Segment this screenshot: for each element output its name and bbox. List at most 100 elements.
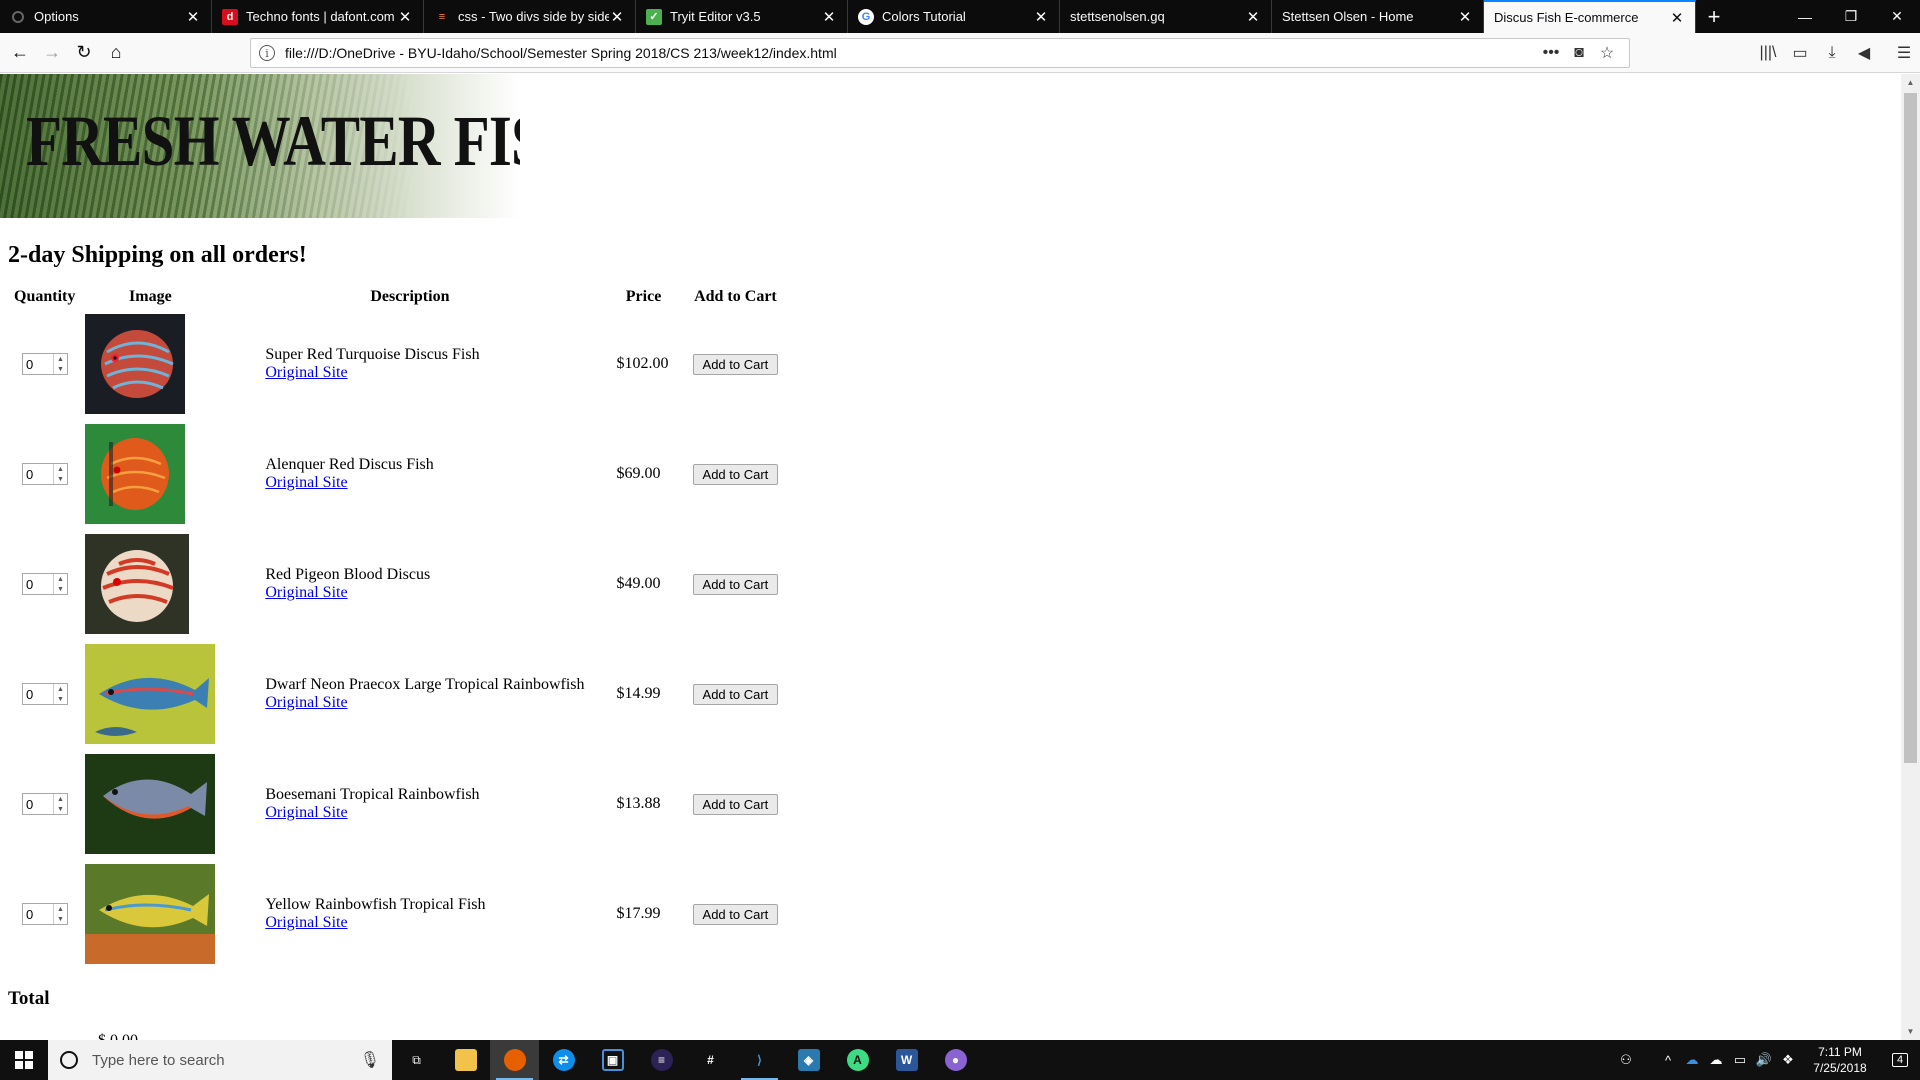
dropbox-icon[interactable]: ❖ bbox=[1776, 1052, 1800, 1068]
decrement-icon[interactable]: ▼ bbox=[54, 364, 67, 374]
eclipse-icon[interactable]: ≡ bbox=[637, 1040, 686, 1080]
original-site-link[interactable]: Original Site bbox=[265, 584, 347, 601]
close-icon[interactable]: ✕ bbox=[185, 8, 201, 26]
close-icon[interactable]: ✕ bbox=[609, 8, 625, 26]
page-viewport: FRESH WATER FISH 2-day Shipping on all o… bbox=[0, 74, 1901, 1040]
add-to-cart-button[interactable]: Add to Cart bbox=[692, 793, 779, 815]
url-bar[interactable]: i file:///D:/OneDrive - BYU-Idaho/School… bbox=[250, 38, 1630, 68]
download-icon[interactable]: ⤓ bbox=[1816, 44, 1848, 62]
add-to-cart-button[interactable]: Add to Cart bbox=[692, 573, 779, 595]
new-tab-button[interactable]: + bbox=[1696, 0, 1732, 33]
tab-dafont[interactable]: d Techno fonts | dafont.com ✕ bbox=[212, 0, 424, 33]
add-to-cart-button[interactable]: Add to Cart bbox=[692, 903, 779, 925]
info-icon[interactable]: i bbox=[259, 45, 275, 61]
onedrive-icon[interactable]: ☁ bbox=[1680, 1052, 1704, 1068]
menu-icon[interactable]: ☰ bbox=[1888, 43, 1920, 63]
quantity-stepper[interactable]: 0 ▲ ▼ bbox=[22, 573, 68, 595]
microphone-icon[interactable]: 🎙 bbox=[360, 1050, 380, 1070]
megaphone-icon[interactable]: ◀ bbox=[1848, 43, 1880, 63]
fish-image bbox=[85, 314, 186, 414]
scroll-down-icon[interactable]: ▼ bbox=[1901, 1023, 1920, 1040]
close-icon[interactable]: ✕ bbox=[1245, 8, 1261, 26]
quantity-stepper[interactable]: 0 ▲ ▼ bbox=[22, 683, 68, 705]
increment-icon[interactable]: ▲ bbox=[54, 904, 67, 914]
increment-icon[interactable]: ▲ bbox=[54, 794, 67, 804]
word-icon[interactable]: W bbox=[882, 1040, 931, 1080]
clock[interactable]: 7:11 PM 7/25/2018 bbox=[1800, 1044, 1880, 1076]
bookmark-star-icon[interactable]: ☆ bbox=[1593, 43, 1621, 63]
forward-icon[interactable]: → bbox=[36, 37, 68, 69]
windows-start-icon[interactable] bbox=[0, 1040, 48, 1080]
original-site-link[interactable]: Original Site bbox=[265, 694, 347, 711]
teamviewer-icon[interactable]: ⇄ bbox=[539, 1040, 588, 1080]
decrement-icon[interactable]: ▼ bbox=[54, 584, 67, 594]
home-icon[interactable]: ⌂ bbox=[100, 37, 132, 69]
scrollbar-thumb[interactable] bbox=[1904, 93, 1917, 763]
page-actions-icon[interactable]: ••• bbox=[1537, 44, 1565, 62]
search-placeholder[interactable]: Type here to search bbox=[92, 1052, 360, 1069]
close-icon[interactable]: ✕ bbox=[1457, 8, 1473, 26]
task-view-icon[interactable]: ⧉ bbox=[392, 1040, 441, 1080]
onedrive-personal-icon[interactable]: ☁ bbox=[1704, 1052, 1728, 1068]
restore-icon[interactable]: ❐ bbox=[1828, 0, 1874, 33]
header-description: Description bbox=[370, 288, 450, 305]
increment-icon[interactable]: ▲ bbox=[54, 574, 67, 584]
tab-tryit[interactable]: ✓ Tryit Editor v3.5 ✕ bbox=[636, 0, 848, 33]
decrement-icon[interactable]: ▼ bbox=[54, 474, 67, 484]
close-icon[interactable]: ✕ bbox=[821, 8, 837, 26]
file-explorer-icon[interactable] bbox=[441, 1040, 490, 1080]
show-hidden-icons-icon[interactable]: ^ bbox=[1656, 1053, 1680, 1068]
reload-icon[interactable]: ↻ bbox=[68, 37, 100, 69]
increment-icon[interactable]: ▲ bbox=[54, 464, 67, 474]
close-icon[interactable]: ✕ bbox=[1669, 9, 1685, 27]
products-table: Quantity Image Description Price Add to … bbox=[8, 284, 784, 970]
github-desktop-icon[interactable]: ● bbox=[931, 1040, 980, 1080]
virtualbox-icon[interactable]: ▣ bbox=[588, 1040, 637, 1080]
tab-stettsen-home[interactable]: Stettsen Olsen - Home ✕ bbox=[1272, 0, 1484, 33]
increment-icon[interactable]: ▲ bbox=[54, 354, 67, 364]
add-to-cart-button[interactable]: Add to Cart bbox=[692, 353, 779, 375]
original-site-link[interactable]: Original Site bbox=[265, 804, 347, 821]
add-to-cart-button[interactable]: Add to Cart bbox=[692, 683, 779, 705]
add-to-cart-button[interactable]: Add to Cart bbox=[692, 463, 779, 485]
close-window-icon[interactable]: ✕ bbox=[1874, 0, 1920, 33]
volume-icon[interactable]: 🔊 bbox=[1752, 1052, 1776, 1068]
slack-icon[interactable]: # bbox=[686, 1040, 735, 1080]
network-icon[interactable]: ▭ bbox=[1728, 1052, 1752, 1068]
increment-icon[interactable]: ▲ bbox=[54, 684, 67, 694]
people-icon[interactable]: ⚇ bbox=[1614, 1052, 1638, 1068]
sidebar-icon[interactable]: ▭ bbox=[1784, 43, 1816, 63]
page-scrollbar[interactable]: ▲ ▼ bbox=[1901, 74, 1920, 1040]
tab-stettsenolsen-gq[interactable]: stettsenolsen.gq ✕ bbox=[1060, 0, 1272, 33]
action-center-icon[interactable]: 4 bbox=[1880, 1053, 1920, 1067]
tab-colors[interactable]: G Colors Tutorial ✕ bbox=[848, 0, 1060, 33]
original-site-link[interactable]: Original Site bbox=[265, 364, 347, 381]
taskbar-search[interactable]: Type here to search 🎙 bbox=[48, 1040, 392, 1080]
tab-options[interactable]: Options ✕ bbox=[0, 0, 212, 33]
original-site-link[interactable]: Original Site bbox=[265, 474, 347, 491]
close-icon[interactable]: ✕ bbox=[397, 8, 413, 26]
url-text[interactable]: file:///D:/OneDrive - BYU-Idaho/School/S… bbox=[285, 45, 1537, 61]
pocket-icon[interactable]: ◙ bbox=[1565, 44, 1593, 62]
decrement-icon[interactable]: ▼ bbox=[54, 914, 67, 924]
nav-bar: ← → ↻ ⌂ i file:///D:/OneDrive - BYU-Idah… bbox=[0, 33, 1920, 73]
tab-stackoverflow[interactable]: ≡ css - Two divs side by side - F ✕ bbox=[424, 0, 636, 33]
decrement-icon[interactable]: ▼ bbox=[54, 694, 67, 704]
app-icon[interactable]: ◈ bbox=[784, 1040, 833, 1080]
table-header-row: Quantity Image Description Price Add to … bbox=[10, 286, 782, 308]
quantity-stepper[interactable]: 0 ▲ ▼ bbox=[22, 903, 68, 925]
android-studio-icon[interactable]: A bbox=[833, 1040, 882, 1080]
quantity-stepper[interactable]: 0 ▲ ▼ bbox=[22, 353, 68, 375]
firefox-icon[interactable] bbox=[490, 1040, 539, 1080]
quantity-stepper[interactable]: 0 ▲ ▼ bbox=[22, 463, 68, 485]
decrement-icon[interactable]: ▼ bbox=[54, 804, 67, 814]
quantity-stepper[interactable]: 0 ▲ ▼ bbox=[22, 793, 68, 815]
vscode-icon[interactable]: ⟩ bbox=[735, 1040, 784, 1080]
back-icon[interactable]: ← bbox=[4, 37, 36, 69]
minimize-icon[interactable]: — bbox=[1782, 0, 1828, 33]
library-icon[interactable]: |||\ bbox=[1752, 44, 1784, 62]
tab-discus-fish[interactable]: Discus Fish E-commerce ✕ bbox=[1484, 0, 1696, 33]
scroll-up-icon[interactable]: ▲ bbox=[1901, 74, 1920, 91]
original-site-link[interactable]: Original Site bbox=[265, 914, 347, 931]
close-icon[interactable]: ✕ bbox=[1033, 8, 1049, 26]
